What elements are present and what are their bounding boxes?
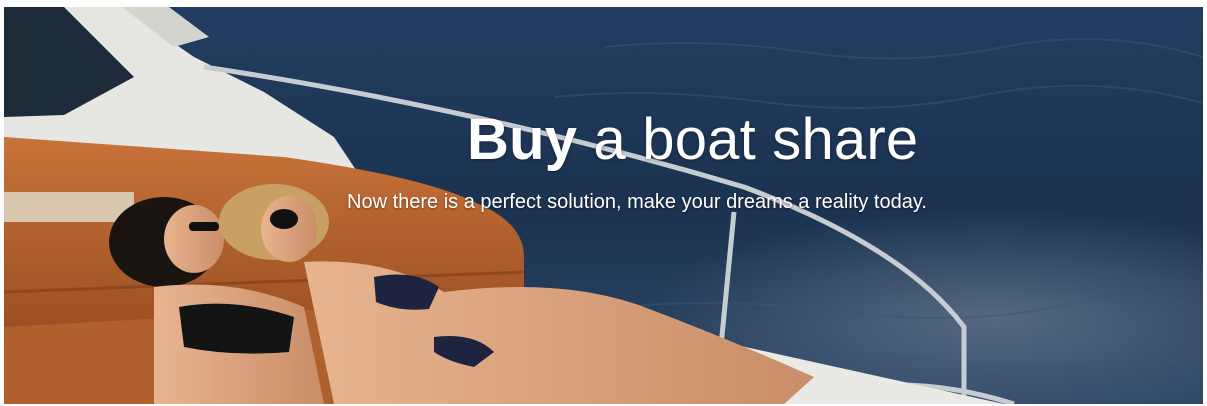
sunglasses-right (270, 209, 298, 229)
face-left (164, 205, 224, 273)
hero-photo (4, 7, 1203, 404)
teak-trim (4, 192, 134, 222)
sunglasses-left (189, 222, 219, 231)
face-right (261, 196, 317, 262)
hero-banner: Buy a boat share Now there is a perfect … (4, 7, 1203, 404)
